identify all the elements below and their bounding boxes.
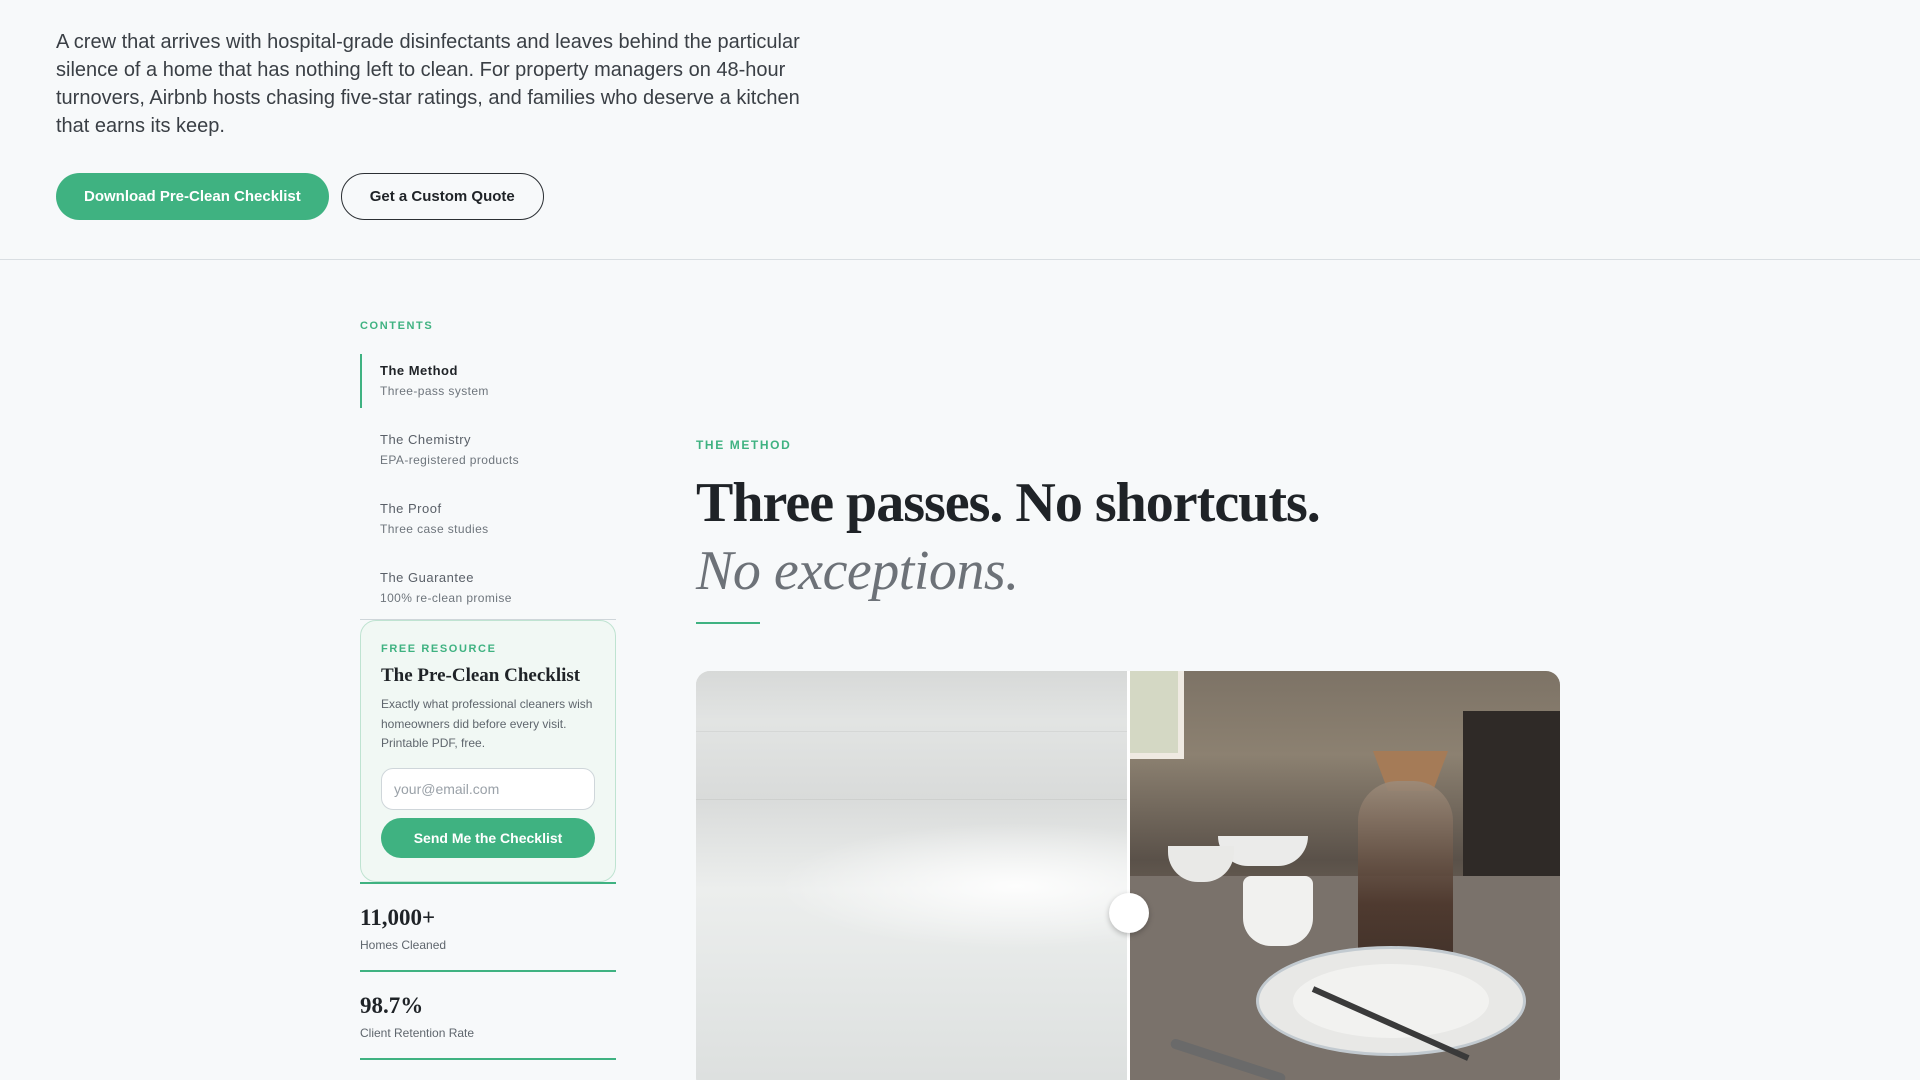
contents-sidebar: CONTENTS The Method Three-pass system Th… [360,320,616,630]
stat-value: 11,000+ [360,905,436,930]
before-image-dirty-counter [1128,671,1560,1080]
stat-homes-cleaned: 11,000+ Homes Cleaned [360,882,616,952]
custom-quote-button[interactable]: Get a Custom Quote [340,173,544,220]
section-divider [0,259,1920,260]
method-section: THE METHOD Three passes. No shortcuts. N… [696,438,1321,624]
stat-divider [360,1058,616,1060]
toc-item-subtitle: Three case studies [380,522,489,536]
accent-rule [696,622,760,624]
toc-item-subtitle: EPA-registered products [380,453,520,467]
resource-eyebrow: FREE RESOURCE [381,643,497,655]
section-subheadline: No exceptions. [696,540,1019,602]
toc-item-proof[interactable]: The Proof Three case studies [360,492,616,546]
free-resource-card: FREE RESOURCE The Pre-Clean Checklist Ex… [360,620,616,882]
before-after-comparison[interactable] [696,671,1560,1080]
hero-description: A crew that arrives with hospital-grade … [56,31,800,137]
toc-item-method[interactable]: The Method Three-pass system [360,354,616,408]
comparison-slider-handle[interactable] [1109,893,1149,933]
download-checklist-button[interactable]: Download Pre-Clean Checklist [56,173,329,220]
resource-description: Exactly what professional cleaners wish … [381,697,593,750]
after-image-clean-counter [696,671,1128,1080]
table-of-contents: The Method Three-pass system The Chemist… [360,354,616,615]
resource-title: The Pre-Clean Checklist [381,665,581,686]
toc-item-title: The Proof [380,501,442,516]
stat-label: Homes Cleaned [360,938,447,952]
hero-actions: Download Pre-Clean Checklist Get a Custo… [56,173,544,220]
send-checklist-button[interactable]: Send Me the Checklist [381,817,595,858]
toc-item-title: The Method [380,363,458,378]
email-field[interactable] [381,767,595,810]
stat-value: 98.7% [360,993,424,1018]
stat-label: Client Retention Rate [360,1026,475,1040]
toc-item-title: The Chemistry [380,432,472,447]
comparison-divider [1127,671,1130,1080]
contents-label: CONTENTS [360,320,434,332]
toc-item-subtitle: 100% re-clean promise [380,591,512,605]
toc-item-title: The Guarantee [380,570,474,585]
section-headline: Three passes. No shortcuts. [696,472,1321,534]
stat-retention-rate: 98.7% Client Retention Rate [360,970,616,1040]
toc-item-subtitle: Three-pass system [380,384,489,398]
toc-item-chemistry[interactable]: The Chemistry EPA-registered products [360,423,616,477]
section-eyebrow: THE METHOD [696,438,792,452]
toc-item-guarantee[interactable]: The Guarantee 100% re-clean promise [360,561,616,615]
